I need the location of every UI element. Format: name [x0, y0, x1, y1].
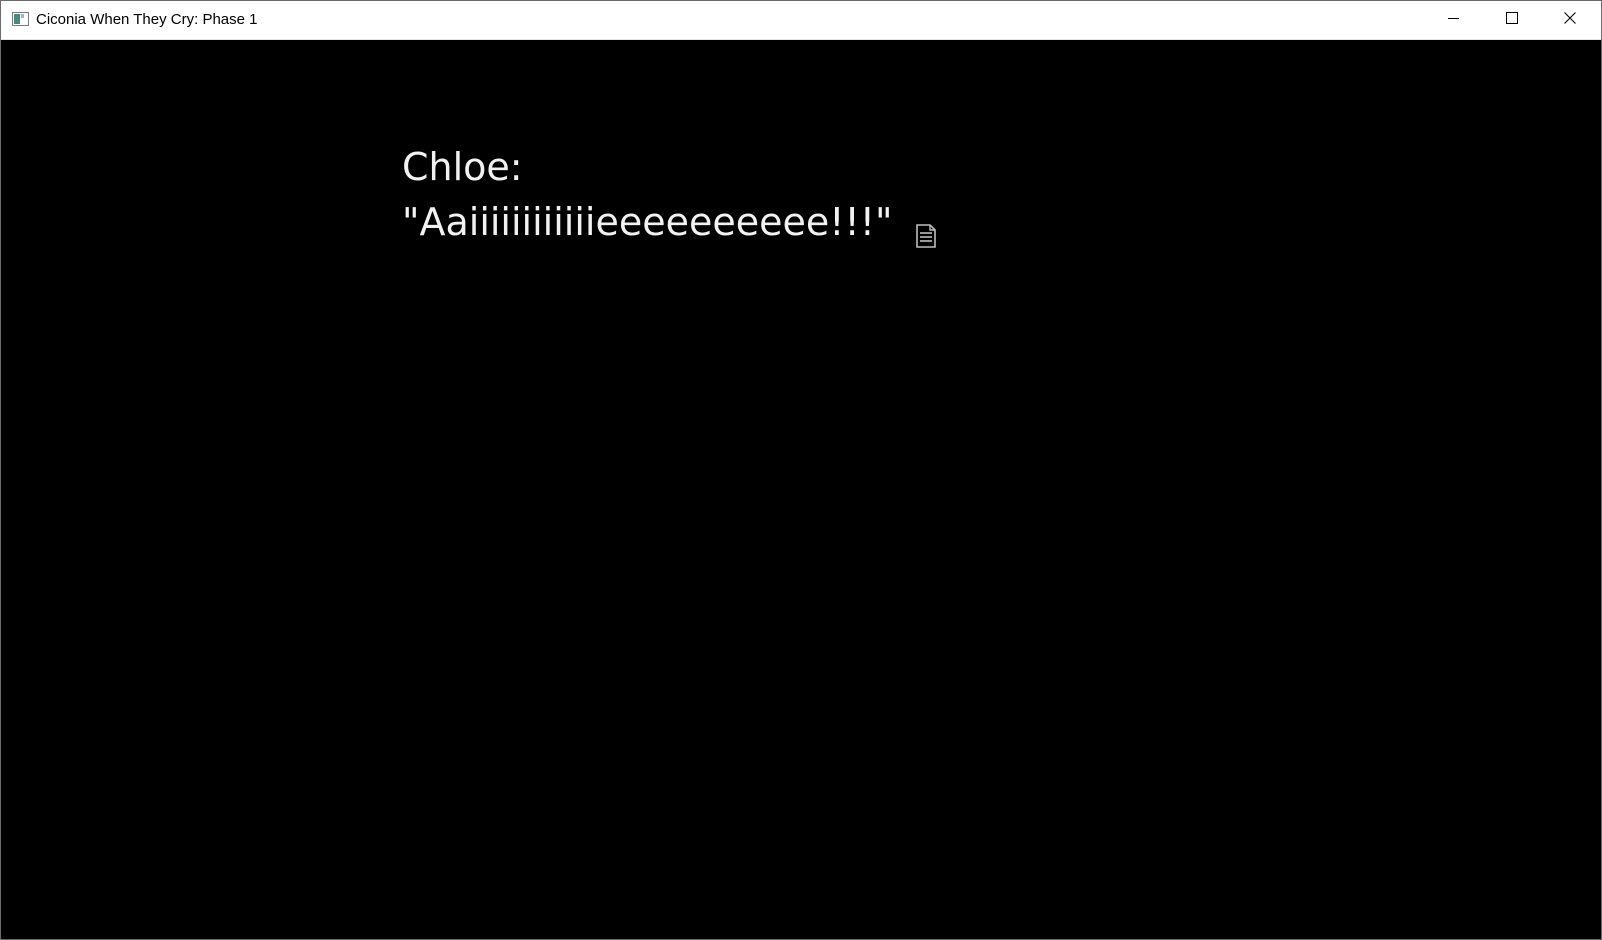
game-screen[interactable]: Chloe: "Aaiiiiiiiiiiiieeeeeeeeee!!!" — [1, 40, 1601, 939]
minimize-icon — [1447, 11, 1460, 29]
app-window-icon — [12, 12, 29, 26]
maximize-button[interactable] — [1483, 1, 1540, 39]
minimize-button[interactable] — [1425, 1, 1482, 39]
dialogue-line: "Aaiiiiiiiiiiiieeeeeeeeee!!!" — [402, 200, 893, 244]
dialogue-box: Chloe: "Aaiiiiiiiiiiiieeeeeeeeee!!!" — [402, 140, 939, 250]
page-wait-icon — [913, 209, 939, 248]
close-icon — [1563, 11, 1576, 29]
title-bar[interactable]: Ciconia When They Cry: Phase 1 — [1, 1, 1601, 40]
dialogue-line-row: "Aaiiiiiiiiiiiieeeeeeeeee!!!" — [402, 195, 939, 250]
window-title: Ciconia When They Cry: Phase 1 — [36, 11, 258, 28]
speaker-name: Chloe: — [402, 145, 523, 189]
close-button[interactable] — [1541, 1, 1598, 39]
game-window: Ciconia When They Cry: Phase 1 Chloe: "A… — [0, 0, 1602, 940]
maximize-icon — [1505, 11, 1518, 29]
